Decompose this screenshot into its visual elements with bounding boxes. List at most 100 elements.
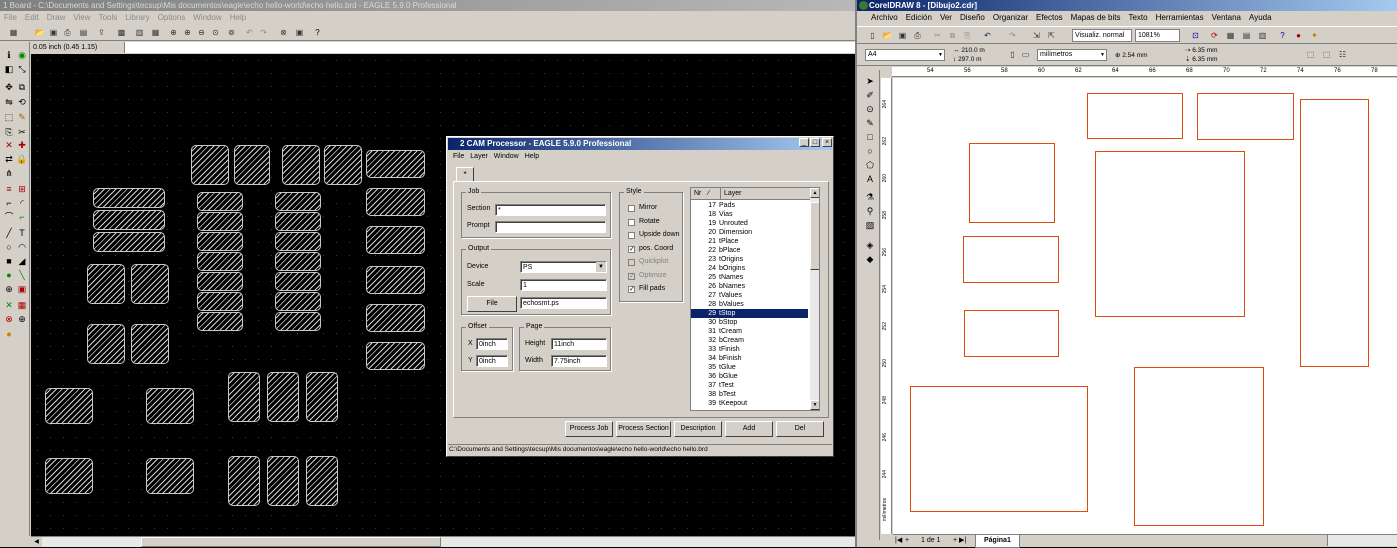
smd-pad[interactable] (45, 388, 93, 424)
rectangle-shape[interactable] (1134, 367, 1264, 526)
first-page-icon[interactable]: |◀ (895, 535, 902, 547)
style-checkbox[interactable]: ✓ (628, 286, 635, 293)
save-icon[interactable]: ▣ (48, 27, 59, 38)
chevron-down-icon[interactable]: ▼ (596, 262, 606, 272)
erc-tool-icon[interactable]: ▦ (16, 300, 28, 311)
pad-icon[interactable]: ● (3, 270, 15, 281)
errors-icon[interactable]: ⊕ (16, 314, 28, 325)
corel-menu-herramientas[interactable]: Herramientas (1152, 12, 1208, 23)
help-icon[interactable]: ? (312, 27, 323, 38)
smd-pad[interactable] (275, 272, 321, 291)
section-tab[interactable]: * (456, 167, 474, 181)
rectangle-shape[interactable] (964, 310, 1059, 357)
add-icon[interactable]: ✚ (16, 140, 28, 151)
wire-icon[interactable]: ⌐ (3, 198, 15, 209)
rectangle-shape[interactable] (910, 386, 1088, 512)
info-icon[interactable]: ℹ (3, 50, 15, 61)
process-job-button[interactable]: Process Job (565, 421, 613, 437)
via-icon[interactable]: ⌒ (3, 212, 15, 223)
undo-icon[interactable]: ↶ (244, 27, 255, 38)
open-icon[interactable]: 📂 (34, 27, 45, 38)
zoom-select[interactable]: 1081% (1135, 29, 1180, 42)
zoom-select-icon[interactable]: ⊚ (226, 27, 237, 38)
smd-pad[interactable] (197, 312, 243, 331)
page-width-field[interactable]: ↔ 210.0 m (953, 47, 1003, 55)
group-icon[interactable]: ⬚ (3, 112, 15, 123)
units-select[interactable]: milímetros ▼ (1037, 49, 1107, 61)
corel-menu-efectos[interactable]: Efectos (1032, 12, 1067, 23)
corel-menu-diseno[interactable]: Diseño (956, 12, 989, 23)
change-icon[interactable]: ✎ (16, 112, 28, 123)
maximize-icon[interactable]: □ (810, 138, 820, 147)
prompt-input[interactable] (495, 221, 606, 233)
rectangle-shape[interactable] (1300, 99, 1369, 367)
drc-icon[interactable]: ▥ (134, 27, 145, 38)
ulp-icon[interactable]: ▩ (116, 27, 127, 38)
offset-x-input[interactable]: 0inch (476, 338, 508, 350)
polygon-tool-icon[interactable]: ⬠ (864, 160, 876, 171)
whats-this-icon[interactable]: ? (1277, 30, 1288, 41)
eagle-menu-file[interactable]: File (0, 12, 21, 23)
docker-icon[interactable]: ▦ (1225, 30, 1236, 41)
rectangle-shape[interactable] (1197, 93, 1294, 140)
line-icon[interactable]: ╱ (3, 228, 15, 239)
layer-row[interactable]: 31 tCream (691, 327, 808, 336)
style-checkbox[interactable] (628, 259, 635, 266)
corel-menu-ayuda[interactable]: Ayuda (1245, 12, 1276, 23)
smd-pad[interactable] (197, 192, 243, 211)
smd-pad[interactable] (366, 188, 425, 216)
layer-row[interactable]: 29 tStop (691, 309, 808, 318)
outline-tool-icon[interactable]: ▨ (864, 220, 876, 231)
smd-pad[interactable] (197, 272, 243, 291)
layer-row[interactable]: 24 bOrigins (691, 264, 808, 273)
warning-icon[interactable]: ● (3, 329, 15, 340)
smd-pad[interactable] (197, 232, 243, 251)
layer-row[interactable]: 21 tPlace (691, 237, 808, 246)
layer-row[interactable]: 18 Vias (691, 210, 808, 219)
smd-pad[interactable] (366, 266, 425, 294)
rectangle-tool-icon[interactable]: □ (864, 132, 876, 143)
corel-menu-ver[interactable]: Ver (936, 12, 956, 23)
drc-tool-icon[interactable]: ⊗ (3, 314, 15, 325)
options-icon[interactable]: ☷ (1337, 49, 1348, 60)
layout-icon[interactable]: ▤ (1241, 30, 1252, 41)
scroll-thumb[interactable] (141, 537, 441, 547)
text-tool-icon[interactable]: A (864, 174, 876, 185)
optimize-icon[interactable]: ≡ (3, 184, 15, 195)
style-checkbox[interactable]: ✓ (628, 272, 635, 280)
corel-menu-ventana[interactable]: Ventana (1208, 12, 1245, 23)
layer-row[interactable]: 30 bStop (691, 318, 808, 327)
smd-icon[interactable]: ╲ (16, 270, 28, 281)
eagle-menu-draw[interactable]: Draw (43, 12, 70, 23)
freehand-tool-icon[interactable]: ✎ (864, 118, 876, 129)
import-icon[interactable]: ⇲ (1031, 30, 1042, 41)
eagle-menu-view[interactable]: View (69, 12, 94, 23)
layer-row[interactable]: 32 bCream (691, 336, 808, 345)
eyedropper-tool-icon[interactable]: ⚲ (864, 206, 876, 217)
rectangle-shape[interactable] (1095, 151, 1245, 317)
file-button[interactable]: File (467, 296, 517, 312)
layer-row[interactable]: 33 tFinish (691, 345, 808, 354)
smd-pad[interactable] (282, 145, 320, 185)
smd-pad[interactable] (131, 264, 169, 304)
paste-icon[interactable]: ⎘ (962, 30, 973, 41)
smd-pad[interactable] (275, 232, 321, 251)
description-button[interactable]: Description (674, 421, 722, 437)
smd-pad[interactable] (131, 324, 169, 364)
layer-row[interactable]: 20 Dimension (691, 228, 808, 237)
nudge-field[interactable]: ⊕ 2.54 mm (1115, 50, 1177, 61)
layer-row[interactable]: 38 bTest (691, 390, 808, 399)
arc-icon[interactable]: ◜ (16, 198, 28, 209)
text-icon[interactable]: T (16, 228, 28, 239)
rect-icon[interactable]: ■ (3, 256, 15, 267)
delete-icon[interactable]: ✕ (3, 140, 15, 151)
smd-pad[interactable] (275, 252, 321, 271)
corel-hscroll[interactable] (1327, 535, 1397, 546)
smd-pad[interactable] (146, 388, 194, 424)
dup-x-field[interactable]: ⇢ 6.35 mm (1185, 47, 1245, 55)
smd-pad[interactable] (146, 458, 194, 494)
layer-row[interactable]: 27 tValues (691, 291, 808, 300)
ratsnest-icon[interactable]: ▣ (16, 284, 28, 295)
layer-row[interactable]: 22 bPlace (691, 246, 808, 255)
page-width-input[interactable]: 7.75inch (551, 355, 607, 367)
